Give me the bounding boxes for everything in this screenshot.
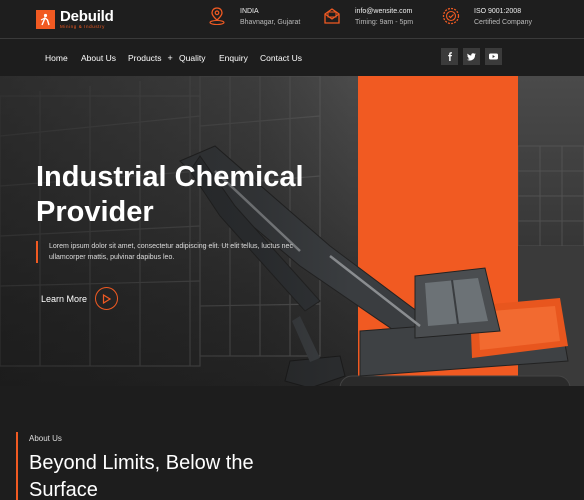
contact-email: info@wensite.com Timing: 9am - 5pm [322, 6, 413, 28]
excavator-image [179, 145, 571, 386]
facebook-icon[interactable] [441, 48, 458, 65]
plus-icon: + [167, 53, 173, 63]
hero-banner: Industrial Chemical Provider Lorem ipsum… [0, 76, 584, 386]
location-icon [209, 7, 225, 26]
certificate-icon [442, 7, 460, 25]
contact-location-line1: INDIA [240, 8, 259, 15]
about-label: About Us [29, 434, 62, 443]
nav-contact-us[interactable]: Contact Us [260, 53, 302, 63]
nav-about-us[interactable]: About Us [81, 53, 116, 63]
about-title-line1: Beyond Limits, Below the [29, 452, 254, 474]
logo[interactable]: Debuild Mining & Industry [36, 8, 114, 30]
top-bar: Debuild Mining & Industry INDIA Bhavnaga… [0, 0, 584, 39]
mail-icon [324, 8, 340, 24]
about-title-line2: Surface [29, 479, 98, 500]
learn-more-label: Learn More [41, 293, 88, 304]
contact-location: INDIA Bhavnagar, Gujarat [207, 6, 300, 28]
contact-certificate-line1: ISO 9001:2008 [474, 8, 522, 15]
hero-description: Lorem ipsum dolor sit amet, consectetur … [36, 241, 306, 263]
hero-title: Industrial Chemical Provider [36, 160, 356, 230]
nav-enquiry[interactable]: Enquiry [219, 53, 248, 63]
contact-email-line2: Timing: 9am - 5pm [355, 19, 414, 26]
nav-products[interactable]: Products + [128, 53, 173, 63]
brand-name: Debuild [60, 7, 114, 25]
nav-quality[interactable]: Quality [179, 53, 205, 63]
twitter-icon[interactable] [463, 48, 480, 65]
about-title: Beyond Limits, Below the Surface [29, 450, 309, 500]
contact-certificate: ISO 9001:2008 Certified Company [441, 6, 532, 28]
about-section: About Us Beyond Limits, Below the Surfac… [0, 386, 584, 500]
logo-icon [36, 9, 55, 29]
about-accent-bar [16, 432, 18, 500]
hero-title-line2: Provider [36, 196, 154, 228]
youtube-icon[interactable] [485, 48, 502, 65]
learn-more-button[interactable]: Learn More [41, 287, 119, 310]
play-icon[interactable] [95, 287, 119, 310]
brand-tagline: Mining & Industry [60, 23, 105, 29]
nav-home[interactable]: Home [45, 53, 68, 63]
contact-location-line2: Bhavnagar, Gujarat [240, 19, 301, 26]
contact-certificate-line2: Certified Company [474, 19, 532, 26]
contact-email-line1[interactable]: info@wensite.com [355, 6, 413, 17]
hero-title-line1: Industrial Chemical [36, 161, 304, 193]
nav-products-label: Products [128, 53, 162, 63]
